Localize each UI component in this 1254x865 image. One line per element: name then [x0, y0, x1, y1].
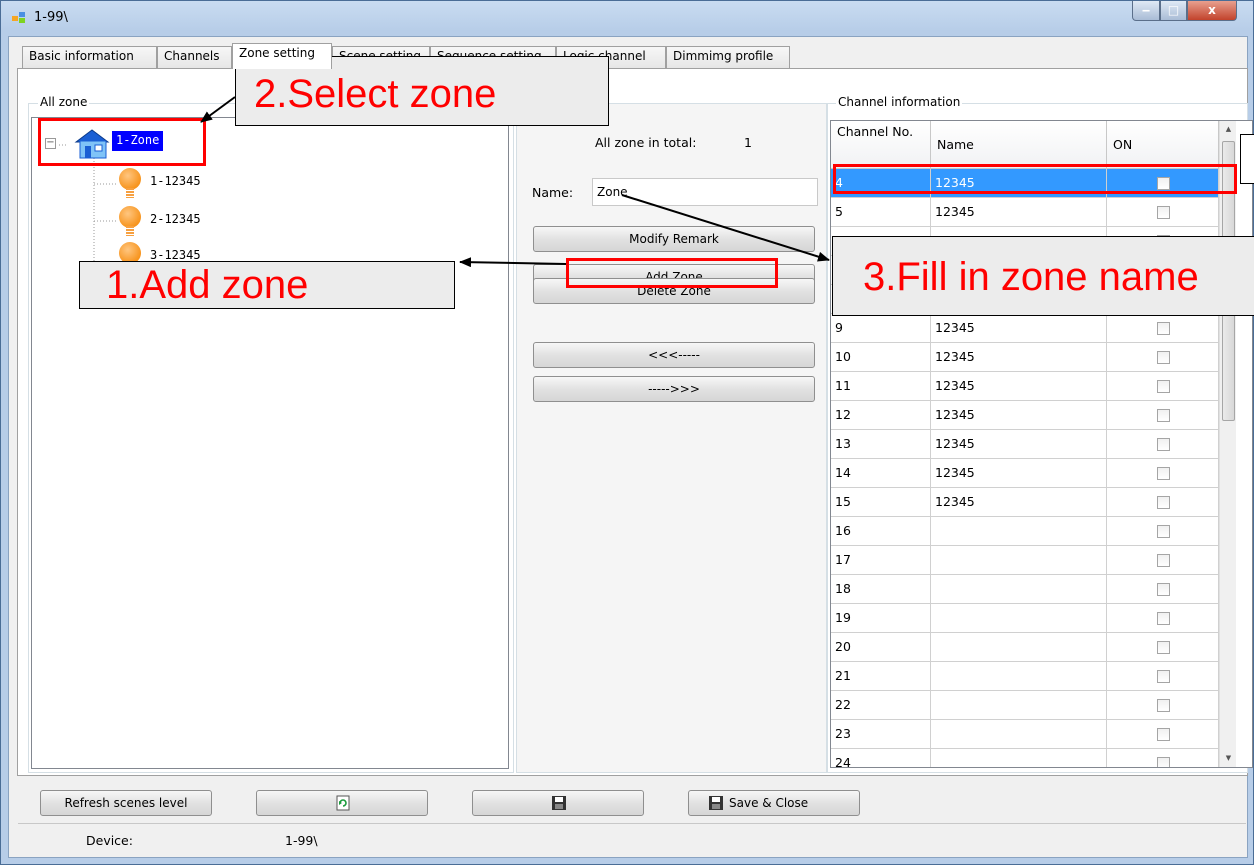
fill-name-arrow — [621, 194, 830, 262]
select-zone-arrow — [200, 96, 236, 123]
annotation-arrows — [200, 96, 830, 268]
add-zone-arrow — [459, 257, 567, 268]
tab-zone-setting[interactable]: Zone setting — [232, 43, 332, 69]
